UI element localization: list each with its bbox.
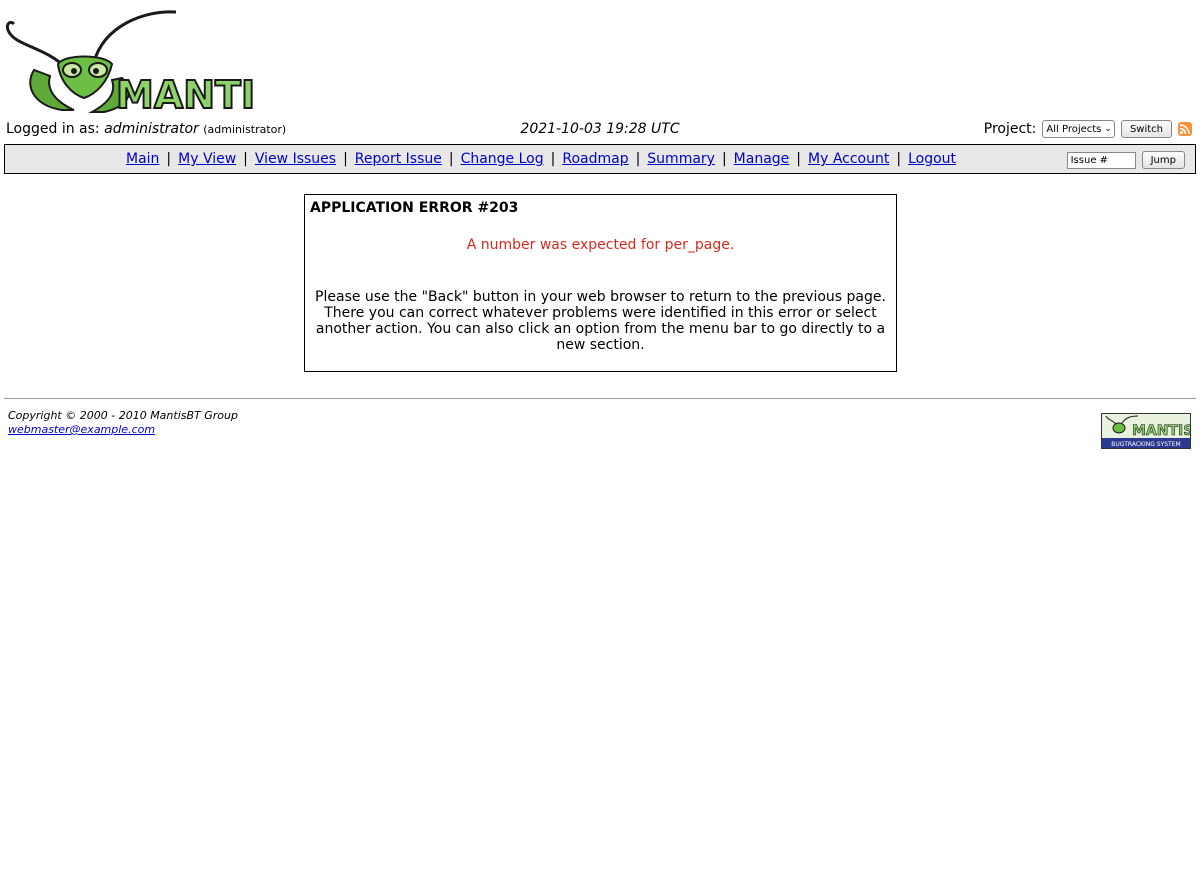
badge-subtext: BUGTRACKING SYSTEM	[1111, 441, 1180, 448]
switch-button[interactable]: Switch	[1120, 120, 1172, 138]
error-title: APPLICATION ERROR #203	[310, 200, 519, 216]
error-help-text: Please use the "Back" button in your web…	[315, 289, 886, 353]
mantis-badge[interactable]: MANTIS BUGTRACKING SYSTEM	[1101, 413, 1191, 449]
menu-link-report-issue[interactable]: Report Issue	[355, 151, 442, 167]
project-select[interactable]: All Projects ⌄	[1042, 120, 1115, 138]
chevron-down-icon: ⌄	[1104, 124, 1112, 134]
mantis-logo[interactable]: MANTIS	[4, 6, 283, 118]
menu-link-view-issues[interactable]: View Issues	[255, 151, 336, 167]
login-info: Logged in as: administrator (administrat…	[6, 120, 286, 139]
error-panel: APPLICATION ERROR #203 A number was expe…	[304, 194, 897, 372]
footer-copyright: Copyright © 2000 - 2010 MantisBT Group w…	[8, 409, 238, 437]
menu-separator: |	[448, 151, 454, 167]
issue-number-input[interactable]: Issue #	[1066, 151, 1136, 169]
logo-wordmark: MANTIS	[116, 73, 254, 114]
project-select-value: All Projects	[1046, 123, 1102, 135]
jump-button[interactable]: Jump	[1141, 151, 1185, 169]
menu-separator: |	[796, 151, 802, 167]
username: administrator	[104, 121, 199, 137]
menu-separator: |	[635, 151, 641, 167]
rss-icon[interactable]	[1178, 122, 1192, 136]
login-prefix: Logged in as:	[6, 121, 100, 137]
menu-link-summary[interactable]: Summary	[647, 151, 715, 167]
menu-separator: |	[243, 151, 248, 167]
menu-link-my-account[interactable]: My Account	[808, 151, 889, 167]
webmaster-email-link[interactable]: webmaster@example.com	[8, 423, 155, 436]
menu-link-manage[interactable]: Manage	[734, 151, 790, 167]
user-role: (administrator)	[203, 123, 287, 136]
menu-link-change-log[interactable]: Change Log	[461, 151, 544, 167]
main-menu-bar: Main | My View | View Issues | Report Issue | Ch…	[4, 144, 1196, 174]
menu-links: Main | My View | View Issues | Report Issue | Ch…	[5, 145, 1077, 173]
error-message: A number was expected for per_page.	[466, 237, 735, 253]
project-label: Project:	[983, 121, 1037, 137]
menu-separator: |	[721, 151, 727, 167]
badge-wordmark: MANTIS	[1132, 423, 1190, 439]
menu-link-logout[interactable]: Logout	[908, 151, 956, 167]
issue-jump: Issue # Jump	[1066, 151, 1185, 169]
menu-separator: |	[343, 151, 348, 167]
menu-separator: |	[896, 151, 902, 167]
copyright-text: Copyright © 2000 - 2010 MantisBT Group	[8, 409, 238, 422]
menu-link-my-view[interactable]: My View	[178, 151, 236, 167]
project-selector-area: Project: All Projects ⌄ Switch	[984, 118, 1192, 140]
menu-link-roadmap[interactable]: Roadmap	[562, 151, 628, 167]
menu-separator: |	[166, 151, 172, 167]
menu-separator: |	[550, 151, 556, 167]
footer-divider	[4, 398, 1196, 399]
menu-link-main[interactable]: Main	[126, 151, 159, 167]
